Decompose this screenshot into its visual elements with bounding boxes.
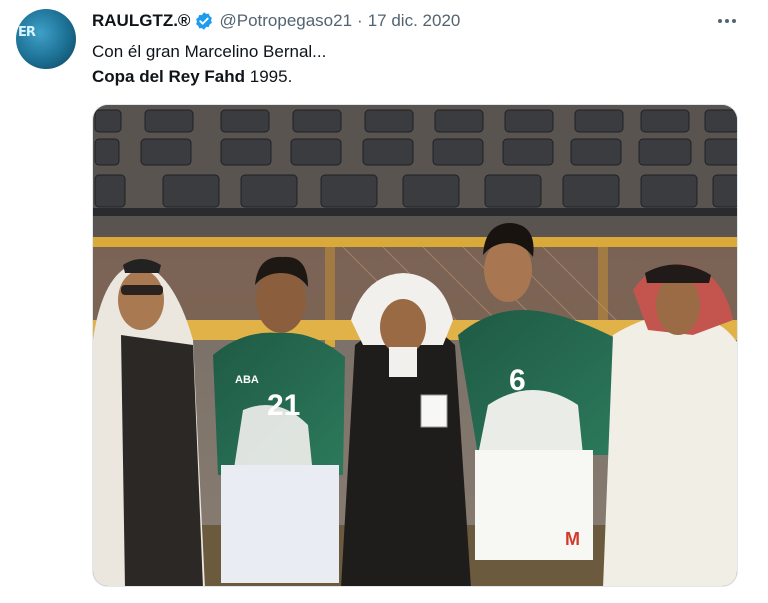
- tweet-text-bold: Copa del Rey Fahd: [92, 67, 246, 86]
- tweet-card: ER RAULGTZ.® @Potropegaso21 · 17 dic. 20…: [0, 0, 768, 603]
- jersey-number-6: 6: [509, 364, 526, 397]
- more-options-icon[interactable]: [712, 8, 742, 34]
- tweet-text: Con él gran Marcelino Bernal... Copa del…: [92, 39, 326, 89]
- user-handle[interactable]: @Potropegaso21: [219, 11, 352, 31]
- avatar-text: ER: [18, 25, 36, 40]
- tweet-date[interactable]: 17 dic. 2020: [368, 11, 461, 31]
- tweet-header: RAULGTZ.® @Potropegaso21 · 17 dic. 2020: [92, 10, 460, 32]
- verified-badge-icon: [196, 12, 213, 30]
- tweet-text-rest: 1995.: [245, 67, 293, 86]
- photo-illustration: ABA 21 6 M: [93, 105, 737, 586]
- tweet-text-line-2: Copa del Rey Fahd 1995.: [92, 64, 326, 89]
- user-avatar[interactable]: ER: [16, 9, 76, 69]
- tweet-text-line-1: Con él gran Marcelino Bernal...: [92, 42, 327, 61]
- display-name[interactable]: RAULGTZ.®: [92, 11, 190, 31]
- tweet-photo[interactable]: ABA 21 6 M: [92, 104, 738, 587]
- shorts-logo-text: M: [565, 529, 580, 549]
- jersey-number-21: 21: [267, 389, 300, 422]
- jersey-brand-text: ABA: [235, 374, 259, 386]
- separator-dot: ·: [357, 11, 363, 30]
